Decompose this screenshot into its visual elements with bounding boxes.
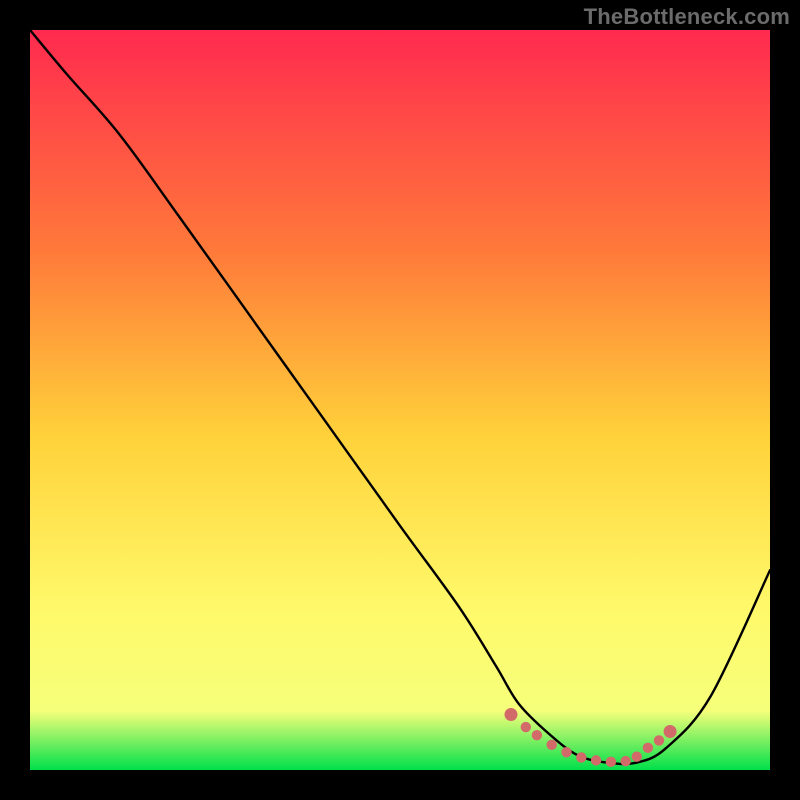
marker-dot <box>632 751 642 761</box>
marker-dot <box>606 757 616 767</box>
chart-svg <box>30 30 770 770</box>
marker-dot <box>561 747 571 757</box>
marker-dot <box>547 740 557 750</box>
marker-dot <box>576 752 586 762</box>
plot-area <box>30 30 770 770</box>
marker-dot <box>621 756 631 766</box>
marker-dot <box>591 755 601 765</box>
marker-dot <box>654 735 664 745</box>
marker-dot <box>643 743 653 753</box>
gradient-bg <box>30 30 770 770</box>
watermark-text: TheBottleneck.com <box>584 4 790 30</box>
marker-dot <box>521 722 531 732</box>
chart-container: { "watermark": "TheBottleneck.com", "col… <box>0 0 800 800</box>
marker-dot <box>664 725 677 738</box>
marker-dot <box>505 708 518 721</box>
marker-dot <box>532 730 542 740</box>
